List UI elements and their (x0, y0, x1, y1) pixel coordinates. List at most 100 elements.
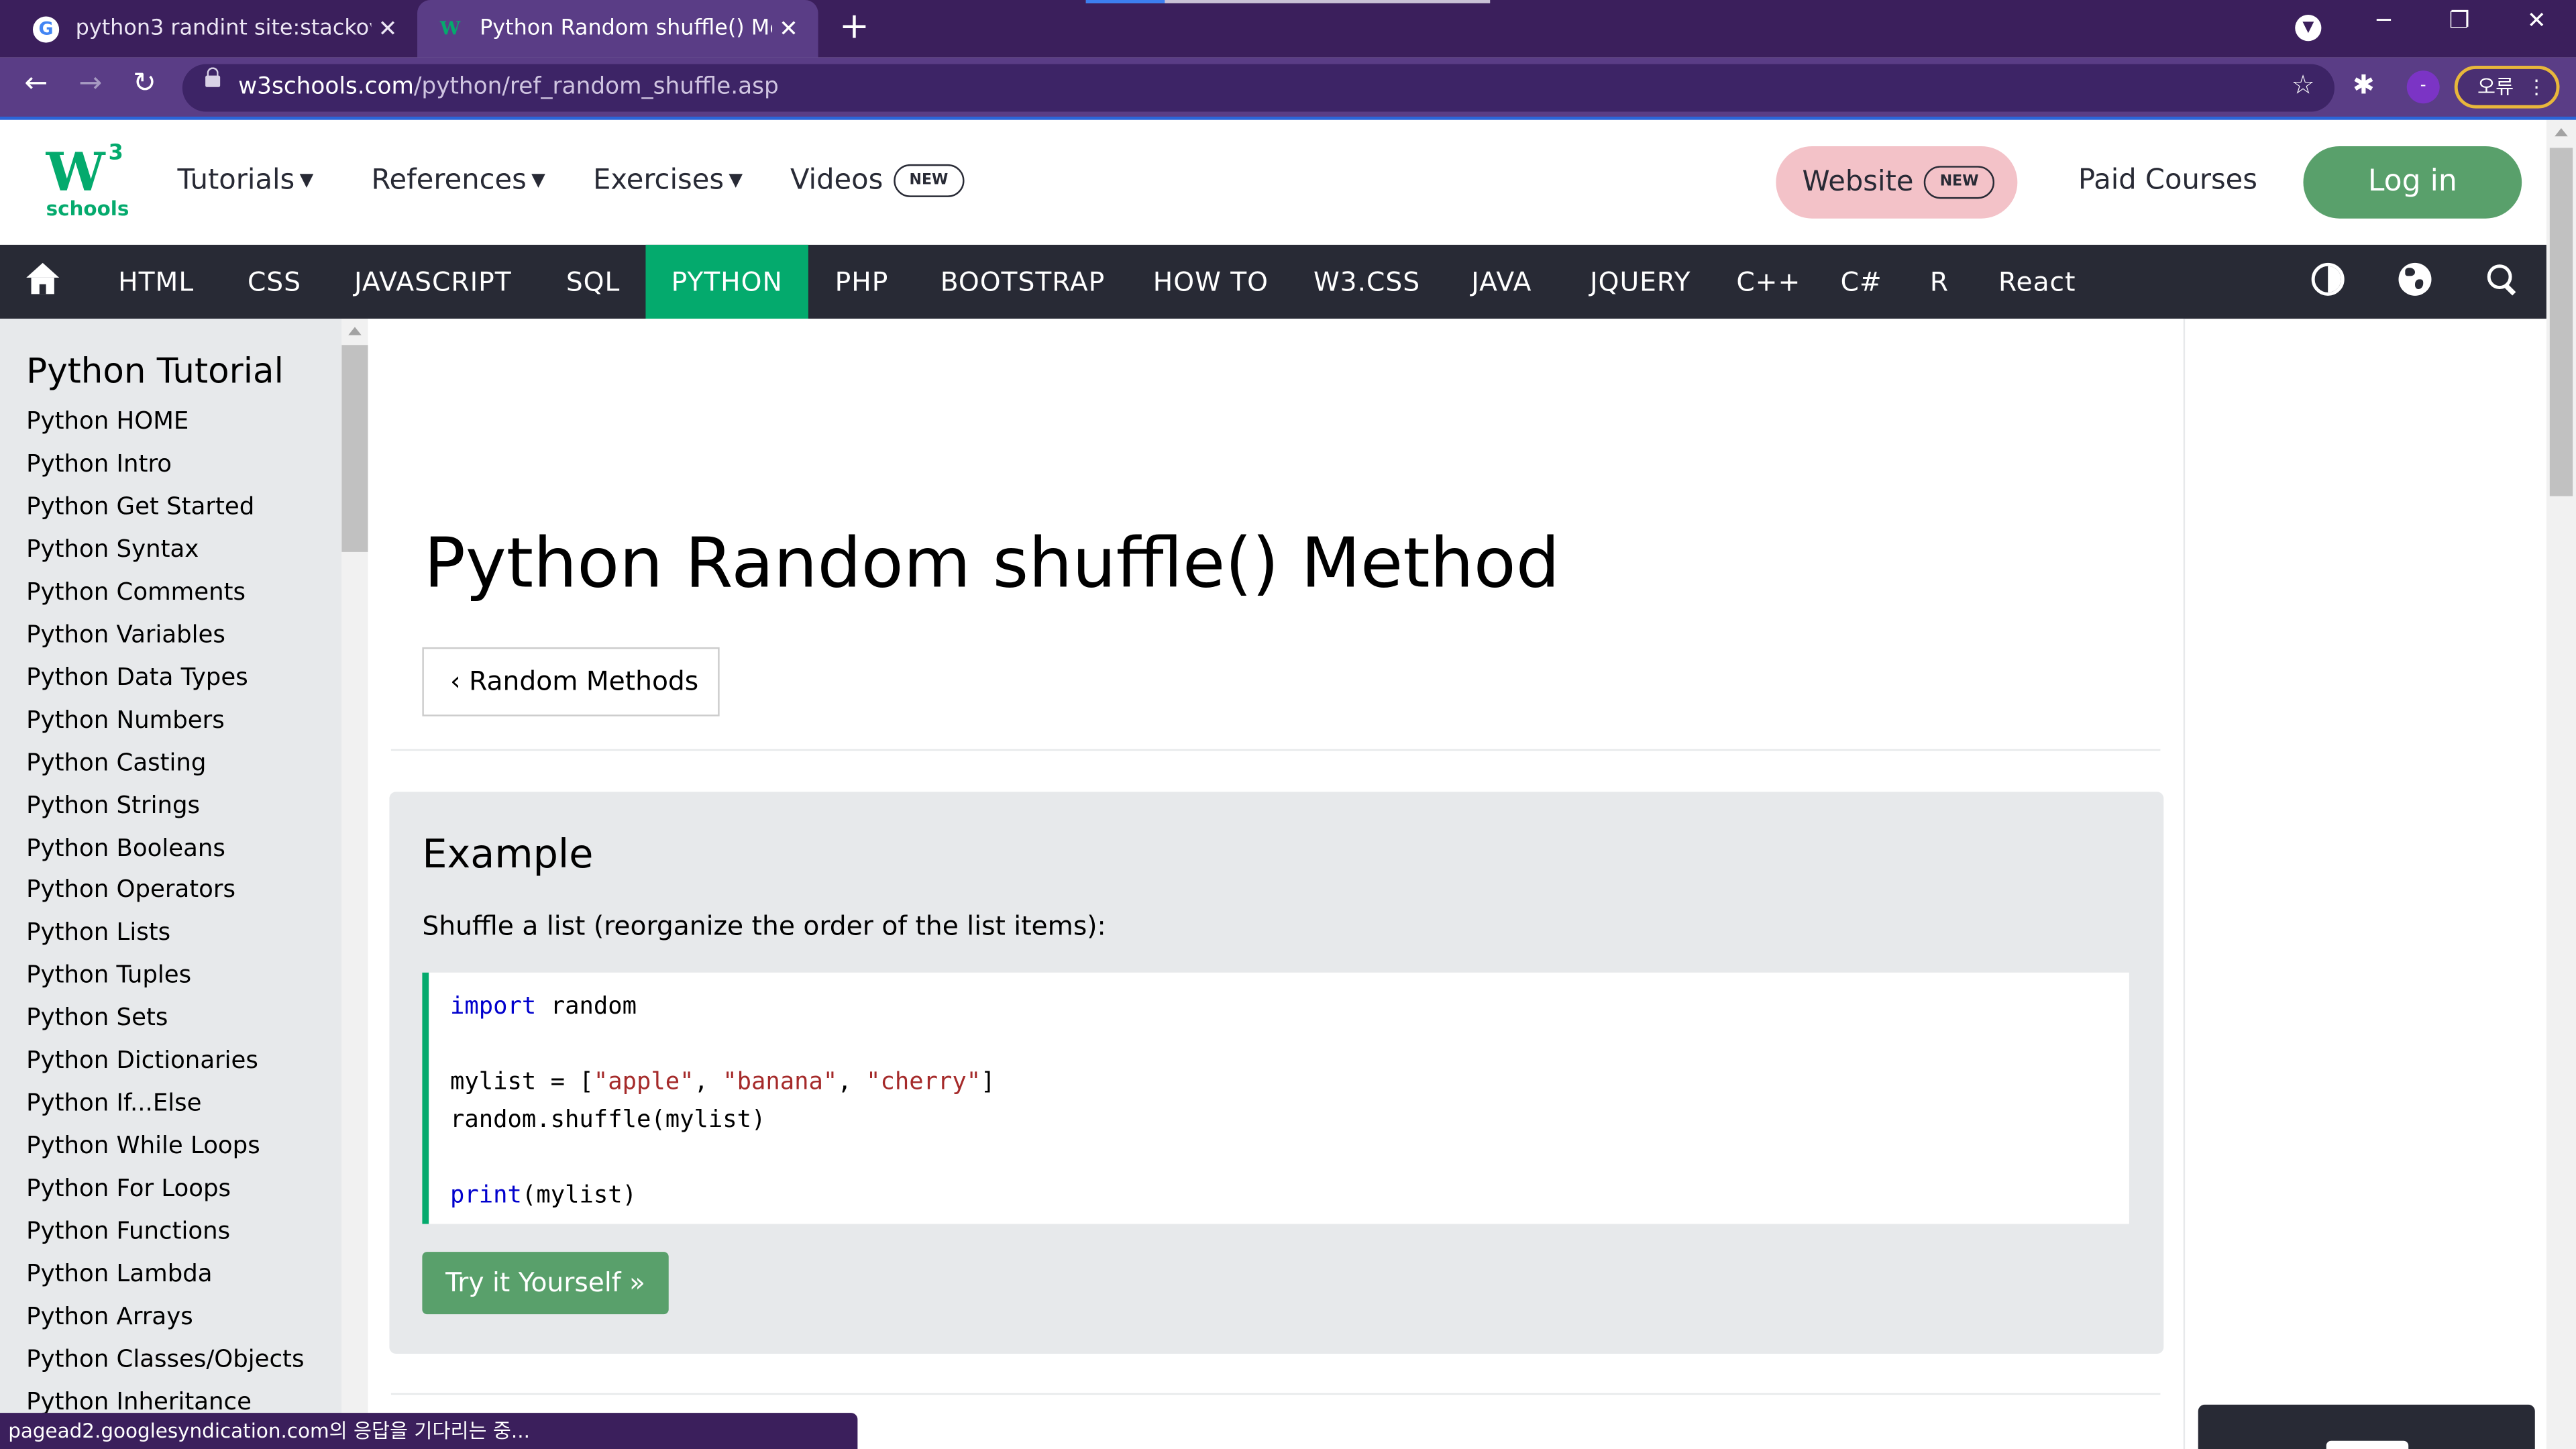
topic-sql[interactable]: SQL (541, 245, 646, 319)
sidebar-item[interactable]: Python Classes/Objects (26, 1347, 304, 1373)
website-button[interactable]: Website NEW (1776, 146, 2018, 219)
contrast-toggle-icon[interactable] (2311, 262, 2345, 296)
sidebar-scrollbar[interactable] (341, 319, 368, 1449)
code-line: print(mylist) (450, 1183, 637, 1210)
restore-icon[interactable]: ❐ (2426, 8, 2492, 34)
sidebar-item[interactable]: Python Get Started (26, 494, 254, 521)
page-scrollbar[interactable] (2546, 119, 2576, 1449)
sidebar-item[interactable]: Python Arrays (26, 1304, 193, 1330)
tab-w3schools[interactable]: W Python Random shuffle() Metho ✕ (417, 0, 818, 58)
topic-bootstrap[interactable]: BOOTSTRAP (915, 245, 1130, 319)
topic-javascript[interactable]: JAVASCRIPT (325, 245, 541, 319)
sidebar-item[interactable]: Python Numbers (26, 708, 225, 734)
topic-c[interactable]: C# (1817, 245, 1906, 319)
scrollbar-thumb[interactable] (341, 345, 368, 552)
home-icon[interactable] (26, 262, 60, 296)
code-line: mylist = ["apple", "banana", "cherry"] (450, 1069, 996, 1096)
address-bar[interactable]: w3schools.com/python/ref_random_shuffle.… (182, 64, 2335, 112)
code-line: import random (450, 994, 637, 1020)
sidebar-item[interactable]: Python Tuples (26, 963, 191, 989)
extensions-puzzle-icon[interactable]: ✱ (2353, 69, 2375, 101)
sidebar-item[interactable]: Python Comments (26, 580, 246, 606)
right-column-border (2183, 319, 2186, 1449)
error-menu-button[interactable]: 오류 ⋮ (2454, 65, 2560, 109)
google-icon: G (32, 15, 60, 42)
random-methods-button[interactable]: ‹ Random Methods (422, 647, 720, 716)
topic-html[interactable]: HTML (91, 245, 222, 319)
topic-java[interactable]: JAVA (1442, 245, 1560, 319)
sidebar-item[interactable]: Python Intro (26, 451, 172, 478)
topic-nav: HTML CSS JAVASCRIPT SQL PYTHON PHP BOOTSTRAP HO… (0, 244, 2546, 319)
topic-react[interactable]: React (1973, 245, 2101, 319)
new-tab-button[interactable]: + (833, 7, 876, 48)
topic-r[interactable]: R (1906, 245, 1973, 319)
minimize-icon[interactable]: ─ (2351, 8, 2416, 34)
sidebar-item[interactable]: Python Dictionaries (26, 1049, 258, 1075)
topic-jquery[interactable]: JQUERY (1561, 245, 1721, 319)
kebab-menu-icon: ⋮ (2526, 75, 2546, 99)
sidebar-item[interactable]: Python Operators (26, 878, 235, 904)
forward-arrow-icon[interactable]: → (69, 67, 112, 100)
example-heading: Example (422, 831, 594, 877)
login-button[interactable]: Log in (2303, 146, 2522, 219)
sidebar-item[interactable]: Python For Loops (26, 1177, 231, 1203)
sidebar-title: Python Tutorial (26, 352, 284, 391)
close-tab-icon[interactable]: ✕ (371, 15, 404, 42)
close-window-icon[interactable]: ✕ (2504, 8, 2569, 34)
w3schools-icon: W (439, 17, 461, 40)
topic-php[interactable]: PHP (808, 245, 915, 319)
tutorials-menu[interactable]: Tutorials ▼ (177, 164, 313, 197)
sidebar: Python Tutorial Python HOME Python Intro P… (0, 319, 342, 1449)
topic-css[interactable]: CSS (222, 245, 327, 319)
w3-top-nav: W 3 schools Tutorials ▼ References ▼ Exerc… (0, 119, 2546, 245)
profile-avatar[interactable]: - (2406, 70, 2440, 104)
videos-link[interactable]: Videos NEW (790, 164, 965, 197)
topic-w3-css[interactable]: W3.CSS (1291, 245, 1442, 319)
sidebar-item[interactable]: Python Syntax (26, 537, 199, 563)
scroll-up-arrow-icon[interactable] (2555, 128, 2568, 137)
paid-courses-link[interactable]: Paid Courses (2078, 164, 2257, 197)
sidebar-item[interactable]: Python HOME (26, 409, 189, 435)
topic-how-to[interactable]: HOW TO (1130, 245, 1291, 319)
scroll-up-arrow-icon[interactable] (348, 327, 362, 335)
exercises-menu[interactable]: Exercises ▼ (593, 164, 743, 197)
scrollbar-thumb[interactable] (2549, 148, 2573, 496)
topic-python[interactable]: PYTHON (645, 244, 808, 319)
browser-window: G python3 randint site:stackoverflo ✕ W … (0, 0, 2576, 1449)
example-description: Shuffle a list (reorganize the order of … (422, 910, 1106, 942)
sidebar-item[interactable]: Python Functions (26, 1219, 230, 1245)
globe-icon[interactable] (2398, 262, 2432, 296)
sidebar-item[interactable]: Python Booleans (26, 835, 225, 861)
references-menu[interactable]: References ▼ (371, 164, 545, 197)
sidebar-item[interactable]: Python Data Types (26, 665, 248, 691)
search-icon[interactable] (2485, 263, 2518, 296)
sidebar-item[interactable]: Python Sets (26, 1006, 168, 1032)
sidebar-item[interactable]: Python Inheritance (26, 1389, 252, 1415)
sidebar-item[interactable]: Python Strings (26, 793, 200, 819)
close-tab-icon[interactable]: ✕ (772, 15, 805, 42)
sidebar-item[interactable]: Python Lists (26, 920, 170, 947)
tab-search-icon[interactable]: ▼ (2295, 15, 2322, 42)
status-bar: pagead2.googlesyndication.com의 응답을 기다리는 … (0, 1413, 858, 1449)
caret-down-icon: ▼ (729, 169, 743, 191)
code-block: import random mylist = ["apple", "banana… (422, 972, 2129, 1224)
sidebar-item[interactable]: Python If...Else (26, 1091, 201, 1118)
loading-indicator (1085, 0, 1491, 3)
w3schools-logo[interactable]: W 3 schools (46, 142, 129, 222)
sidebar-item[interactable]: Python Lambda (26, 1262, 212, 1288)
url-text[interactable]: w3schools.com/python/ref_random_shuffle.… (238, 74, 779, 100)
back-arrow-icon[interactable]: ← (15, 67, 58, 100)
try-it-yourself-button[interactable]: Try it Yourself » (422, 1252, 669, 1315)
sidebar-item[interactable]: Python Casting (26, 750, 206, 776)
sidebar-item[interactable]: Python While Loops (26, 1134, 260, 1160)
sidebar-item[interactable]: Python Variables (26, 623, 225, 649)
topic-c[interactable]: C++ (1720, 245, 1817, 319)
main-content: Python Random shuffle() Method ‹ Random … (368, 319, 2184, 1449)
floating-panel[interactable] (2198, 1404, 2535, 1449)
code-line: random.shuffle(mylist) (450, 1107, 766, 1134)
bookmark-star-icon[interactable]: ☆ (2291, 69, 2314, 101)
reload-icon[interactable]: ↻ (123, 67, 166, 100)
tab-google-search[interactable]: G python3 randint site:stackoverflo ✕ (13, 0, 417, 58)
